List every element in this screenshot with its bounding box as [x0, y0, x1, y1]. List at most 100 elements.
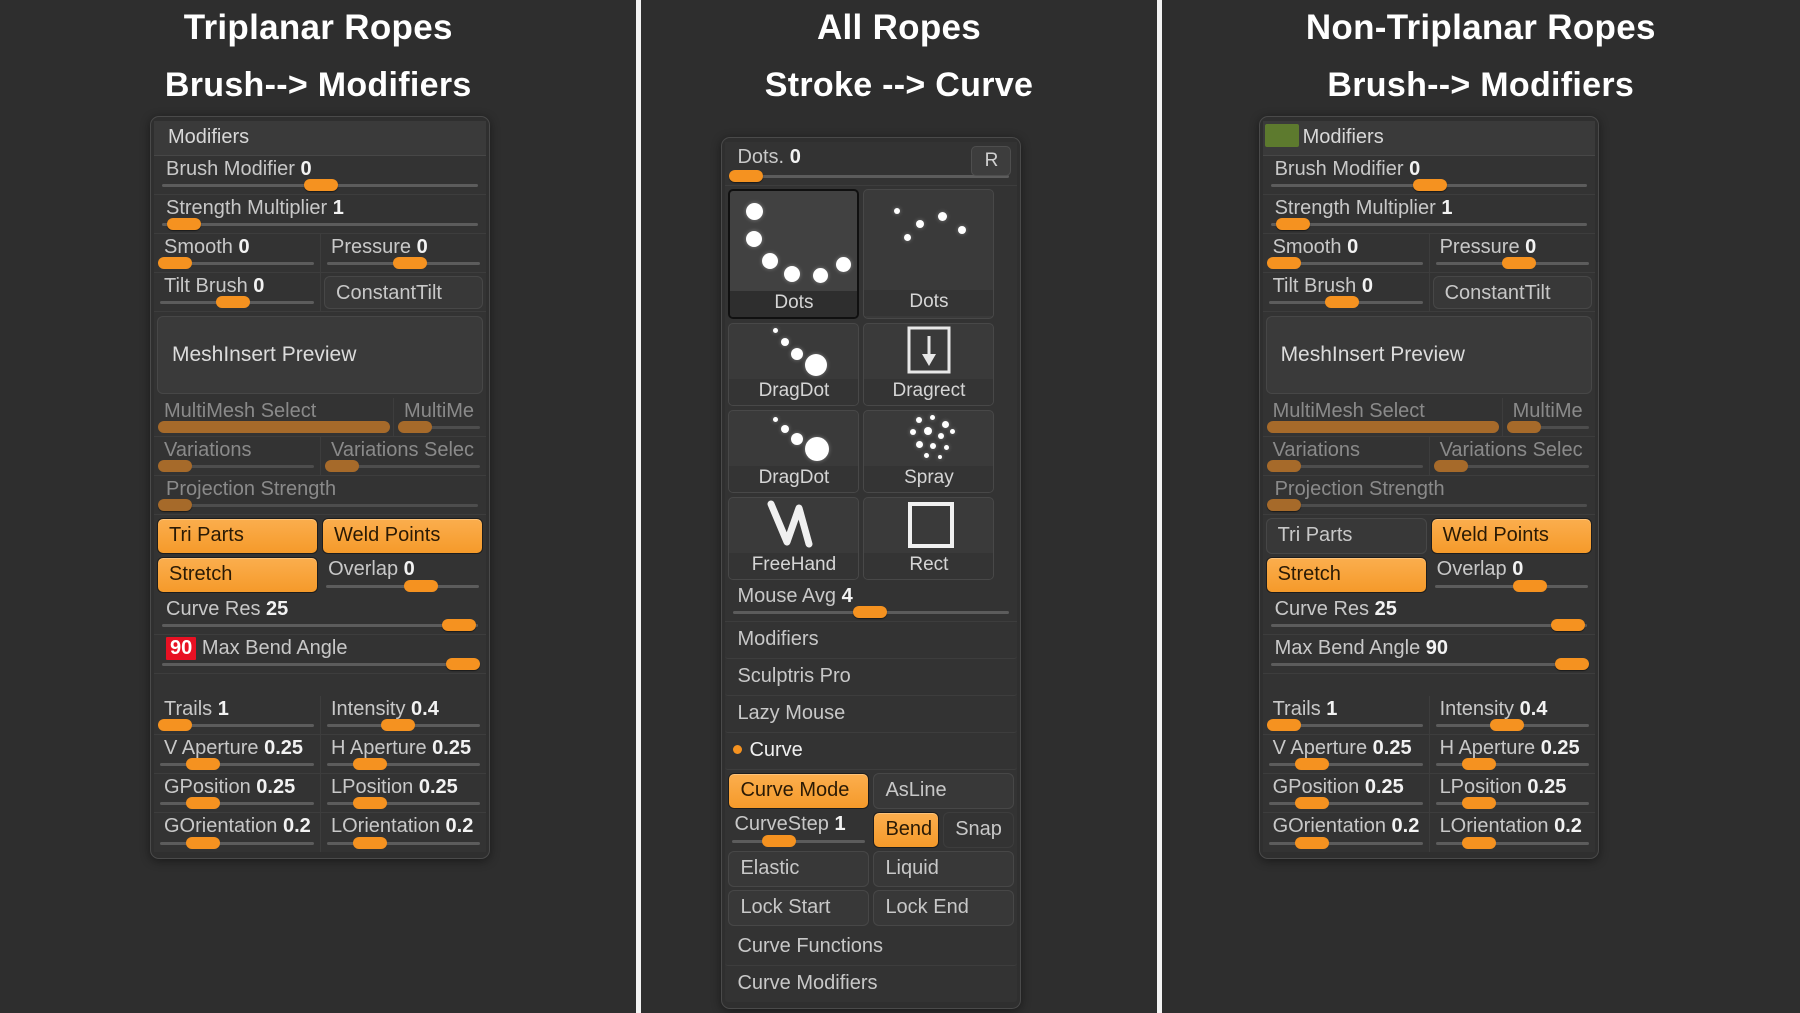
right-slider-projection-strength[interactable]: Projection Strength — [1262, 476, 1595, 515]
right-slider-smooth[interactable]: Smooth 0 — [1263, 234, 1429, 272]
slider-knob[interactable] — [216, 296, 250, 308]
slider-knob[interactable] — [1412, 179, 1447, 191]
curve-modifiers-button[interactable]: Curve Modifiers — [725, 966, 1018, 1002]
left-slider-pressure[interactable]: Pressure 0 — [320, 234, 486, 272]
mid-section-lazy-mouse[interactable]: Lazy Mouse — [725, 696, 1018, 733]
tri-parts-button[interactable]: Tri Parts — [1265, 518, 1427, 554]
right-slider-multimesh-select[interactable]: MultiMesh Select — [1263, 398, 1502, 436]
slider-knob[interactable] — [381, 719, 415, 731]
left-slider-smooth[interactable]: Smooth 0 — [154, 234, 320, 272]
slider-knob[interactable] — [158, 257, 192, 269]
right-slider-gposition[interactable]: GPosition 0.25 — [1263, 774, 1429, 812]
mid-section-modifiers[interactable]: Modifiers — [725, 622, 1018, 659]
slider-knob[interactable] — [353, 797, 387, 809]
stroke-tile-dots[interactable]: Dots — [863, 189, 995, 319]
mid-section-sculptris-pro[interactable]: Sculptris Pro — [725, 659, 1018, 696]
slider-knob[interactable] — [158, 499, 192, 511]
right-slider-intensity[interactable]: Intensity 0.4 — [1428, 696, 1595, 734]
left-slider-intensity[interactable]: Intensity 0.4 — [320, 696, 486, 734]
slider-knob[interactable] — [1294, 837, 1329, 849]
slider-knob[interactable] — [158, 421, 390, 433]
tri-parts-button[interactable]: Tri Parts — [157, 518, 318, 554]
slider-knob[interactable] — [1461, 797, 1496, 809]
slider-knob[interactable] — [186, 837, 220, 849]
lock-end-button[interactable]: Lock End — [873, 890, 1015, 926]
stroke-tile-dragrect[interactable]: Dragrect — [863, 323, 995, 406]
slider-knob[interactable] — [304, 179, 338, 191]
slider-knob[interactable] — [1324, 296, 1359, 308]
slider-knob[interactable] — [1461, 837, 1496, 849]
slider-knob[interactable] — [186, 797, 220, 809]
right-slider-v-aperture[interactable]: V Aperture 0.25 — [1263, 735, 1429, 773]
mid-slider-curvestep[interactable]: CurveStep 1 — [728, 812, 869, 848]
slider-knob[interactable] — [1266, 421, 1499, 433]
slider-knob[interactable] — [398, 421, 433, 433]
right-slider-trails[interactable]: Trails 1 — [1263, 696, 1429, 734]
mid-slider-mouse-avg[interactable]: Mouse Avg 4 — [725, 583, 1018, 622]
right-slider-variations[interactable]: Variations — [1263, 437, 1429, 475]
weld-points-button[interactable]: Weld Points — [1430, 518, 1592, 554]
left-slider-h-aperture[interactable]: H Aperture 0.25 — [320, 735, 486, 773]
liquid-button[interactable]: Liquid — [873, 851, 1015, 887]
bend-button[interactable]: Bend — [873, 812, 940, 848]
slider-knob[interactable] — [158, 460, 192, 472]
slider-knob[interactable] — [1266, 460, 1301, 472]
weld-points-button[interactable]: Weld Points — [322, 518, 483, 554]
right-slider-max-bend-angle[interactable]: Max Bend Angle 90 — [1262, 635, 1595, 674]
right-slider-brush-modifier[interactable]: Brush Modifier 0 — [1262, 156, 1595, 195]
right-meshinsert-preview[interactable]: MeshInsert Preview — [1265, 316, 1592, 394]
curve-functions-button[interactable]: Curve Functions — [725, 929, 1018, 966]
left-meshinsert-preview[interactable]: MeshInsert Preview — [157, 316, 483, 394]
slider-knob[interactable] — [1506, 421, 1541, 433]
slider-knob[interactable] — [729, 170, 764, 182]
left-slider-projection-strength[interactable]: Projection Strength — [154, 476, 486, 515]
left-slider-brush-modifier[interactable]: Brush Modifier 0 — [154, 156, 486, 195]
stroke-tile-spray[interactable]: Spray — [863, 410, 995, 493]
left-modifiers-header[interactable]: Modifiers — [154, 121, 486, 156]
constanttilt-button[interactable]: ConstantTilt — [324, 276, 483, 309]
left-slider-variations-select[interactable]: Variations Selec — [320, 437, 486, 475]
slider-knob[interactable] — [404, 580, 439, 592]
slider-knob[interactable] — [1294, 758, 1329, 770]
slider-knob[interactable] — [393, 257, 427, 269]
stroke-tile-rect[interactable]: Rect — [863, 497, 995, 580]
left-slider-strength-multiplier[interactable]: Strength Multiplier 1 — [154, 195, 486, 234]
slider-knob[interactable] — [1294, 797, 1329, 809]
right-slider-multimesh[interactable]: MultiMe — [1501, 398, 1595, 436]
slider-knob[interactable] — [1512, 580, 1547, 592]
left-slider-max-bend-angle[interactable]: 90 Max Bend Angle — [154, 635, 486, 674]
left-slider-variations[interactable]: Variations — [154, 437, 320, 475]
left-slider-curve-res[interactable]: Curve Res 25 — [154, 596, 486, 635]
stroke-tile-dragdot-1[interactable]: DragDot — [728, 323, 860, 406]
mid-section-curve[interactable]: Curve — [725, 733, 1018, 770]
slider-knob[interactable] — [1275, 218, 1310, 230]
right-slider-lposition[interactable]: LPosition 0.25 — [1428, 774, 1595, 812]
slider-knob[interactable] — [186, 758, 220, 770]
right-slider-strength-multiplier[interactable]: Strength Multiplier 1 — [1262, 195, 1595, 234]
left-slider-gposition[interactable]: GPosition 0.25 — [154, 774, 320, 812]
r-badge-button[interactable]: R — [971, 146, 1012, 176]
right-modifiers-header[interactable]: Modifiers — [1262, 121, 1595, 156]
slider-knob[interactable] — [353, 837, 387, 849]
slider-knob[interactable] — [853, 606, 888, 618]
right-slider-lorientation[interactable]: LOrientation 0.2 — [1428, 813, 1595, 852]
right-slider-curve-res[interactable]: Curve Res 25 — [1262, 596, 1595, 635]
left-slider-lposition[interactable]: LPosition 0.25 — [320, 774, 486, 812]
as-line-button[interactable]: AsLine — [873, 773, 1015, 809]
constanttilt-button[interactable]: ConstantTilt — [1432, 276, 1592, 309]
slider-knob[interactable] — [446, 658, 480, 670]
slider-knob[interactable] — [762, 835, 797, 847]
right-slider-tilt-brush[interactable]: Tilt Brush 0 — [1263, 273, 1429, 311]
lock-start-button[interactable]: Lock Start — [728, 890, 870, 926]
slider-knob[interactable] — [158, 719, 192, 731]
stroke-tile-dots-selected[interactable]: Dots — [728, 189, 860, 319]
left-slider-v-aperture[interactable]: V Aperture 0.25 — [154, 735, 320, 773]
slider-knob[interactable] — [167, 218, 201, 230]
mid-slider-dots[interactable]: Dots. 0 R — [725, 142, 1018, 186]
slider-knob[interactable] — [1433, 460, 1468, 472]
stroke-tile-freehand[interactable]: FreeHand — [728, 497, 860, 580]
left-slider-multimesh[interactable]: MultiMe — [393, 398, 486, 436]
slider-knob[interactable] — [1266, 499, 1301, 511]
slider-knob[interactable] — [442, 619, 476, 631]
right-slider-variations-select[interactable]: Variations Selec — [1428, 437, 1595, 475]
